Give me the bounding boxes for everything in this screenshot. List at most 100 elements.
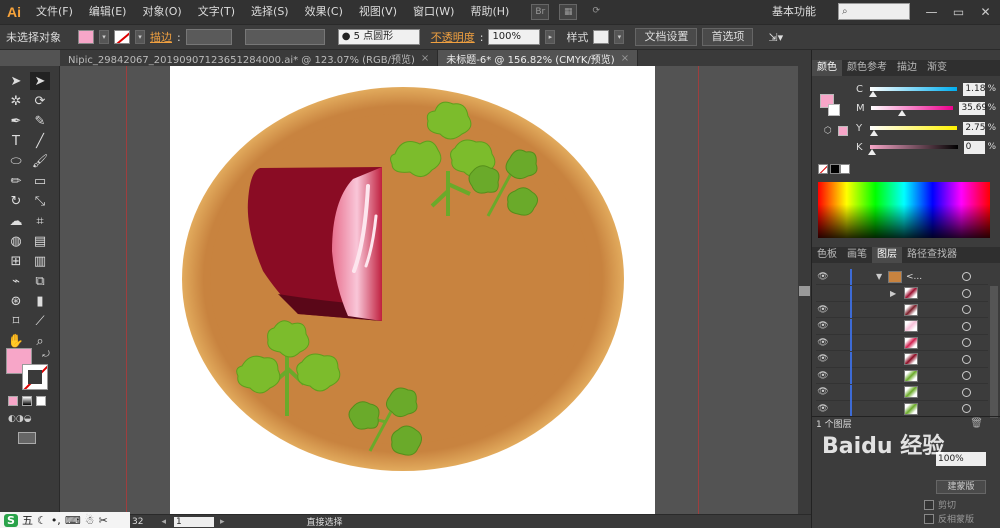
white-quick-swatch[interactable] — [840, 164, 850, 174]
artboard[interactable] — [170, 66, 655, 514]
graphic-style-swatch[interactable] — [593, 30, 610, 44]
layer-row[interactable]: 👁 — [816, 368, 988, 384]
clip-checkbox[interactable] — [924, 500, 934, 510]
menu-edit[interactable]: 编辑(E) — [81, 0, 135, 24]
curvature-tool-icon[interactable]: ✎ — [30, 112, 50, 130]
style-dropdown[interactable]: ▾ — [614, 30, 625, 44]
selection-tool-icon[interactable]: ➤ — [6, 72, 26, 90]
delete-layer-icon[interactable]: 🗑 — [970, 418, 983, 429]
tab-gradient[interactable]: 渐变 — [922, 60, 952, 76]
tab-pathfinder[interactable]: 路径查找器 — [902, 247, 962, 263]
close-tab-icon[interactable]: × — [421, 53, 429, 64]
fill-swatch[interactable] — [78, 30, 94, 44]
layers-scrollbar[interactable] — [990, 286, 998, 418]
cyan-value[interactable]: 1.18 — [963, 82, 986, 96]
slider-pointer-icon[interactable] — [868, 91, 877, 97]
gamut-swatch[interactable] — [838, 126, 848, 136]
ime-toolbar[interactable]: S 五 ☾ •, ⌨ ☃ ✂ — [0, 512, 130, 528]
close-icon[interactable]: ✕ — [972, 0, 999, 24]
menu-type[interactable]: 文字(T) — [190, 0, 243, 24]
gpu-icon[interactable]: ⟳ — [587, 4, 605, 20]
plate-illustration[interactable] — [170, 66, 655, 514]
visibility-eye-icon[interactable]: 👁 — [816, 354, 830, 364]
paintbrush-icon[interactable]: 🖌 — [30, 152, 50, 170]
direct-selection-tool-icon[interactable]: ➤ — [30, 72, 50, 90]
panel-stroke-swatch[interactable] — [828, 104, 840, 116]
type-tool-icon[interactable]: T — [6, 132, 26, 150]
stroke-color-box[interactable] — [22, 364, 48, 390]
variable-width-field[interactable] — [244, 29, 325, 45]
perspective-grid-icon[interactable]: ▤ — [30, 232, 50, 250]
menu-select[interactable]: 选择(S) — [243, 0, 297, 24]
visibility-eye-icon[interactable]: 👁 — [816, 371, 830, 381]
black-value[interactable]: 0 — [963, 140, 986, 154]
blend-tool-icon[interactable]: ⧉ — [30, 272, 50, 290]
maximize-icon[interactable]: ▭ — [945, 0, 972, 24]
screen-mode-icon[interactable] — [18, 432, 36, 444]
tab-untitled-6[interactable]: 未标题-6* @ 156.82% (CMYK/预览) × — [438, 50, 639, 66]
tab-layers[interactable]: 图层 — [872, 247, 902, 263]
menu-effect[interactable]: 效果(C) — [297, 0, 351, 24]
document-setup-button[interactable]: 文档设置 — [635, 28, 698, 46]
rotate-tool-icon[interactable]: ↻ — [6, 192, 26, 210]
stroke-weight-field[interactable] — [185, 29, 232, 45]
tools-icon[interactable]: ✂ — [99, 514, 108, 527]
next-artboard-icon[interactable]: ▸ — [220, 517, 225, 527]
stroke-swatch[interactable] — [114, 30, 130, 44]
layer-row[interactable]: 👁 — [816, 302, 988, 318]
make-mask-button[interactable]: 建蒙版 — [936, 480, 986, 494]
shape-builder-icon[interactable]: ◍ — [6, 232, 26, 250]
target-circle-icon[interactable] — [962, 404, 971, 413]
tab-swatches[interactable]: 色板 — [812, 247, 842, 263]
gradient-mode-button[interactable] — [22, 396, 32, 406]
target-circle-icon[interactable] — [962, 338, 971, 347]
free-transform-icon[interactable]: ⌗ — [30, 212, 50, 230]
yellow-slider[interactable]: Y 2.75 % — [856, 121, 996, 136]
visibility-eye-icon[interactable]: 👁 — [816, 321, 830, 331]
layer-row[interactable]: 👁 — [816, 351, 988, 368]
tab-brushes[interactable]: 画笔 — [842, 247, 872, 263]
magenta-slider[interactable]: M 35.69 % — [856, 101, 996, 116]
arrange-documents-icon[interactable]: ▦ — [559, 4, 578, 20]
scrollbar-thumb[interactable] — [799, 286, 810, 296]
layer-row[interactable]: 👁 — [816, 318, 988, 335]
punctuation-icon[interactable]: •, — [51, 514, 61, 527]
cyan-slider[interactable]: C 1.18 % — [856, 82, 996, 97]
layer-group-row[interactable]: 👁 ▼ <... — [816, 269, 988, 285]
drawing-mode-icon[interactable]: ◐◑◒ — [8, 414, 44, 424]
scale-tool-icon[interactable]: ⤡ — [30, 192, 50, 210]
skin-icon[interactable]: ☃ — [85, 514, 95, 527]
visibility-eye-icon[interactable]: 👁 — [816, 305, 830, 315]
artboard-number[interactable]: 1 — [173, 516, 214, 527]
none-swatch[interactable] — [818, 164, 828, 174]
prev-artboard-icon[interactable]: ◂ — [161, 517, 166, 527]
tab-nipic-document[interactable]: Nipic_29842067_20190907123651284000.ai* … — [60, 50, 439, 66]
workspace-switcher[interactable]: 基本功能 — [772, 3, 816, 19]
color-spectrum[interactable] — [818, 182, 990, 238]
tab-stroke[interactable]: 描边 — [892, 60, 922, 76]
target-circle-icon[interactable] — [962, 387, 971, 397]
yellow-value[interactable]: 2.75 — [963, 121, 986, 135]
transform-icon[interactable]: ⇲▾ — [768, 31, 783, 44]
menu-object[interactable]: 对象(O) — [134, 0, 189, 24]
visibility-eye-icon[interactable]: 👁 — [816, 272, 830, 282]
tab-color-guide[interactable]: 颜色参考 — [842, 60, 892, 76]
black-quick-swatch[interactable] — [830, 164, 840, 174]
mesh-tool-icon[interactable]: ⊞ — [6, 252, 26, 270]
symbol-sprayer-icon[interactable]: ⊛ — [6, 292, 26, 310]
none-mode-button[interactable] — [36, 396, 46, 406]
slider-pointer-icon[interactable] — [870, 130, 879, 136]
warp-tool-icon[interactable]: ☁ — [6, 212, 26, 230]
layer-row[interactable]: ▶ — [816, 285, 988, 302]
expand-arrow-icon[interactable]: ▼ — [876, 272, 882, 281]
keyboard-icon[interactable]: ⌨ — [65, 514, 81, 527]
target-circle-icon[interactable] — [962, 272, 971, 281]
menu-help[interactable]: 帮助(H) — [462, 0, 517, 24]
stroke-label[interactable]: 描边 — [150, 29, 172, 45]
fill-dropdown[interactable]: ▾ — [99, 30, 109, 44]
expand-arrow-icon[interactable]: ▶ — [890, 289, 896, 298]
slider-pointer-icon[interactable] — [897, 110, 906, 116]
line-tool-icon[interactable]: ╱ — [30, 132, 50, 150]
target-circle-icon[interactable] — [962, 288, 971, 298]
gradient-tool-icon[interactable]: ▥ — [30, 252, 50, 270]
